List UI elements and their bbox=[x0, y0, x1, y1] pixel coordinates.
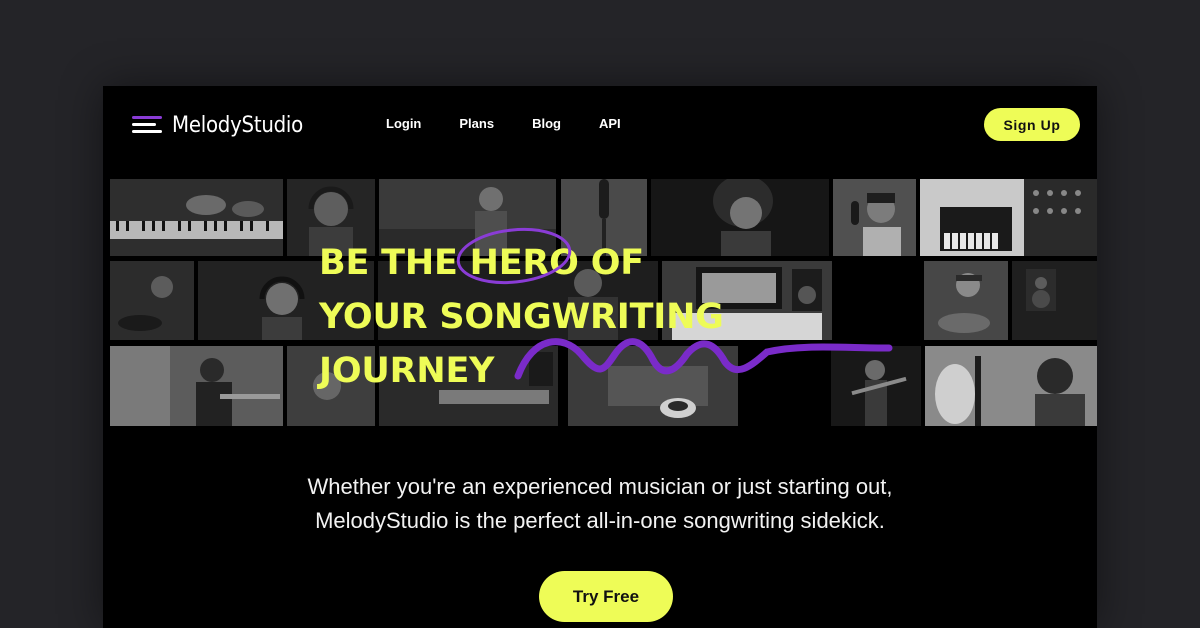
landing-page: MelodyStudio Login Plans Blog API Sign U… bbox=[103, 86, 1097, 628]
tagline-line-2: MelodyStudio is the perfect all-in-one s… bbox=[315, 508, 885, 533]
hero-circle-doodle bbox=[456, 227, 572, 285]
try-free-button[interactable]: Try Free bbox=[539, 571, 673, 622]
tagline-line-1: Whether you're an experienced musician o… bbox=[307, 474, 893, 499]
tagline: Whether you're an experienced musician o… bbox=[103, 470, 1097, 538]
hero-doodle-overlay bbox=[456, 227, 893, 380]
squiggle-doodle bbox=[514, 338, 893, 380]
